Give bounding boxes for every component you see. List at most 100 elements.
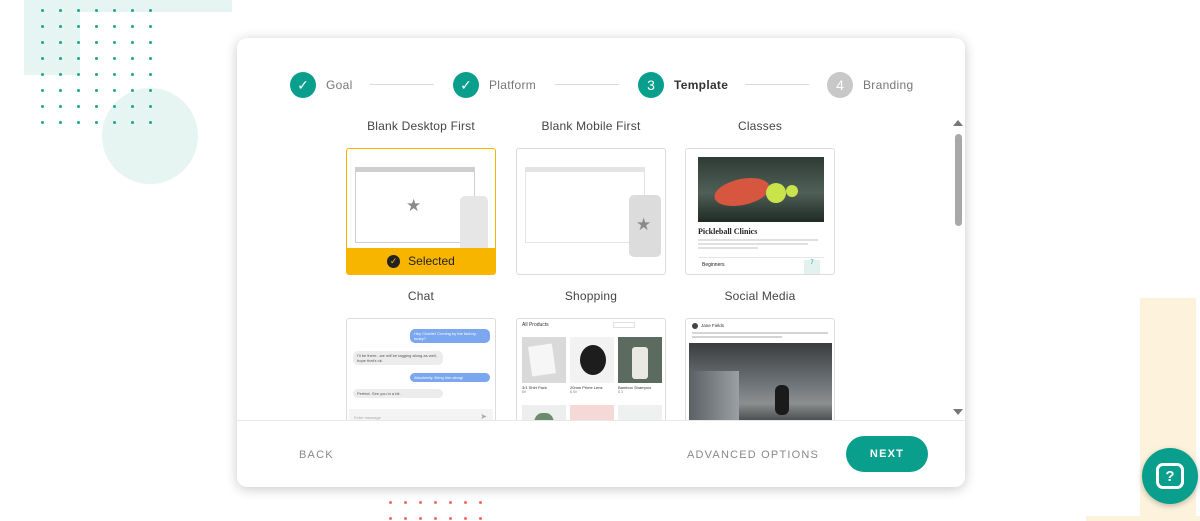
decor-dot xyxy=(77,41,80,44)
decor-dot xyxy=(41,105,44,108)
check-icon: ✓ xyxy=(453,72,479,98)
decor-dot xyxy=(95,73,98,76)
classes-row-label: Beginners xyxy=(702,262,725,268)
scroll-down-arrow[interactable] xyxy=(953,409,963,415)
decor-dot xyxy=(149,89,152,92)
step-template: 3 Template xyxy=(638,71,728,99)
decor-dot xyxy=(77,105,80,108)
scrollbar-thumb[interactable] xyxy=(955,134,962,226)
template-card[interactable]: Jane Fields xyxy=(685,318,835,420)
decor-dot xyxy=(41,89,44,92)
decor-dot xyxy=(59,121,62,124)
template-blank-mobile[interactable]: Blank Mobile First ★ xyxy=(516,118,666,275)
decor-dot xyxy=(59,89,62,92)
chat-input: Enter message ➤ xyxy=(349,409,493,420)
next-button[interactable]: NEXT xyxy=(846,436,928,472)
classes-row: Beginners 7 xyxy=(698,257,824,274)
classes-hero-image xyxy=(698,157,824,222)
scroll-up-arrow[interactable] xyxy=(953,120,963,126)
decor-dot xyxy=(41,41,44,44)
decor-dot xyxy=(59,105,62,108)
decor-dot xyxy=(149,73,152,76)
decor-dot xyxy=(479,501,482,504)
product-card: 3/1 Shirt Pack $9 xyxy=(522,337,566,394)
decor-dot xyxy=(464,501,467,504)
template-card[interactable]: ★ ✓ Selected xyxy=(346,148,496,275)
shopping-search xyxy=(613,322,635,328)
decor-dot xyxy=(59,41,62,44)
decor-dot xyxy=(449,517,452,520)
send-icon: ➤ xyxy=(480,412,487,420)
chat-bubble-them: I'll be there...we will be tagging along… xyxy=(353,351,443,365)
chat-bubble-me: Hey Charlie! Coming by the factory today… xyxy=(410,329,490,343)
decor-dot xyxy=(59,25,62,28)
decor-dot xyxy=(77,9,80,12)
step-platform: ✓ Platform xyxy=(453,71,536,99)
decor-rect-right-bottom xyxy=(1086,516,1200,521)
template-chat[interactable]: Chat Hey Charlie! Coming by the factory … xyxy=(346,288,496,420)
selected-label: Selected xyxy=(408,254,455,268)
step-number: 3 xyxy=(638,72,664,98)
decor-dot xyxy=(113,121,116,124)
decor-dot xyxy=(479,517,482,520)
step-connector xyxy=(555,84,619,85)
decor-dot xyxy=(419,501,422,504)
selected-badge: ✓ Selected xyxy=(347,248,495,274)
step-branding: 4 Branding xyxy=(827,71,913,99)
wizard-stepper: ✓ Goal ✓ Platform 3 Template 4 Branding xyxy=(290,71,930,99)
template-classes[interactable]: Classes Pickleball Clinics Beginners 7 xyxy=(685,118,835,275)
help-chat-button[interactable]: ? xyxy=(1142,448,1198,504)
decor-dot xyxy=(95,25,98,28)
product-card xyxy=(570,405,614,420)
decor-dot xyxy=(113,41,116,44)
template-title: Classes xyxy=(737,119,783,133)
modal-footer: BACK ADVANCED OPTIONS NEXT xyxy=(237,420,965,487)
template-card[interactable]: Pickleball Clinics Beginners 7 xyxy=(685,148,835,275)
decor-dot xyxy=(95,89,98,92)
social-post-image xyxy=(689,343,832,420)
template-wizard-modal: ✓ Goal ✓ Platform 3 Template 4 Branding … xyxy=(237,38,965,487)
decor-dot xyxy=(131,89,134,92)
decor-dot xyxy=(95,41,98,44)
decor-dot xyxy=(149,105,152,108)
decor-dot xyxy=(149,57,152,60)
back-button[interactable]: BACK xyxy=(299,449,334,461)
decor-dot xyxy=(404,517,407,520)
template-shopping[interactable]: Shopping All Products 3/1 Shirt Pack $9 … xyxy=(516,288,666,420)
product-card: Bamboo Shampoo $ 3 xyxy=(618,337,662,394)
star-icon: ★ xyxy=(636,215,652,234)
decor-dot xyxy=(149,121,152,124)
decor-dot xyxy=(113,73,116,76)
decor-dot xyxy=(77,73,80,76)
decor-dot xyxy=(131,105,134,108)
decor-dot xyxy=(41,57,44,60)
step-label: Branding xyxy=(863,78,914,92)
decor-dot xyxy=(113,89,116,92)
advanced-options-button[interactable]: ADVANCED OPTIONS xyxy=(687,449,819,461)
template-card[interactable]: All Products 3/1 Shirt Pack $9 20mm Prim… xyxy=(516,318,666,420)
template-title: Blank Desktop First xyxy=(367,119,475,133)
template-blank-desktop[interactable]: Blank Desktop First ★ ✓ Selected xyxy=(346,118,496,275)
decor-dot xyxy=(131,121,134,124)
decor-dot xyxy=(449,501,452,504)
template-card[interactable]: ★ xyxy=(516,148,666,275)
decor-dot xyxy=(419,517,422,520)
check-circle-icon: ✓ xyxy=(387,254,401,268)
phone-mockup xyxy=(460,196,488,252)
chat-bubble-them: Perfect. See you in a bit. xyxy=(353,389,443,398)
template-card[interactable]: Hey Charlie! Coming by the factory today… xyxy=(346,318,496,420)
decor-dot xyxy=(77,57,80,60)
decor-dot xyxy=(113,25,116,28)
template-social-media[interactable]: Social Media Jane Fields xyxy=(685,288,835,420)
social-author: Jane Fields xyxy=(701,323,725,328)
step-goal: ✓ Goal xyxy=(290,71,353,99)
decor-dot xyxy=(77,121,80,124)
decor-dot xyxy=(131,9,134,12)
step-label: Platform xyxy=(489,78,537,92)
step-connector xyxy=(370,84,434,85)
product-card xyxy=(618,405,662,420)
decor-dot xyxy=(149,25,152,28)
decor-dot xyxy=(131,57,134,60)
decor-dot xyxy=(434,501,437,504)
decor-dot xyxy=(41,73,44,76)
